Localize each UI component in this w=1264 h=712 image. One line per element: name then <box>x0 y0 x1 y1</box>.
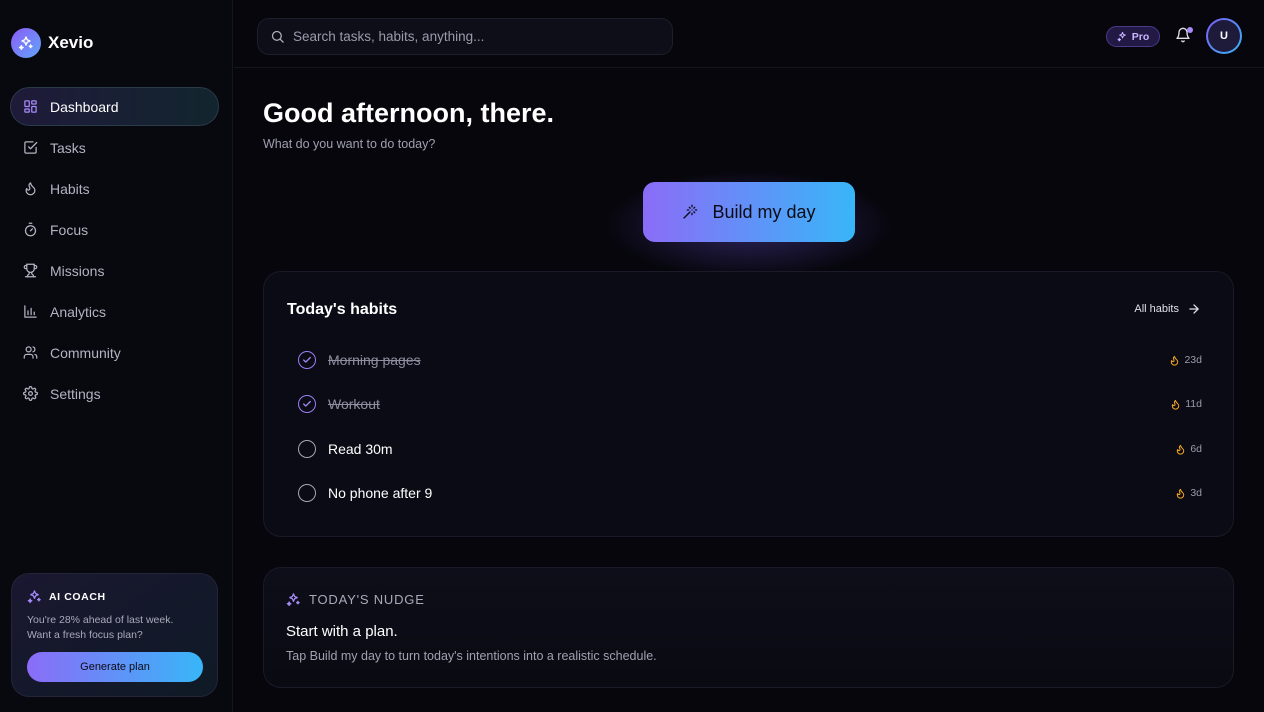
avatar[interactable]: U <box>1206 18 1242 54</box>
habit-checkbox-checked[interactable] <box>298 351 316 369</box>
habit-checkbox[interactable] <box>298 484 316 502</box>
search-icon <box>271 30 284 43</box>
search-input[interactable] <box>293 29 653 44</box>
timer-icon <box>24 222 37 237</box>
flame-icon <box>1177 488 1185 499</box>
build-my-day-button[interactable]: Build my day <box>643 182 855 242</box>
todays-nudge-card: TODAY'S NUDGE Start with a plan. Tap Bui… <box>263 567 1234 688</box>
all-habits-label: All habits <box>1134 303 1179 315</box>
build-my-day-label: Build my day <box>712 201 816 222</box>
nudge-heading-label: TODAY'S NUDGE <box>309 592 425 607</box>
sidebar-item-habits[interactable]: Habits <box>10 169 219 208</box>
habit-row[interactable]: Morning pages 23d <box>298 350 1202 370</box>
habit-streak-value: 6d <box>1190 443 1202 455</box>
habit-name: Workout <box>328 396 380 412</box>
sidebar-item-settings[interactable]: Settings <box>10 374 219 413</box>
sidebar-item-focus[interactable]: Focus <box>10 210 219 249</box>
chart-icon <box>24 305 37 318</box>
habits-card-title: Today's habits <box>287 301 398 318</box>
habit-streak: 3d <box>1175 487 1202 499</box>
users-icon <box>23 346 38 359</box>
ai-coach-heading: AI COACH <box>27 589 202 604</box>
flame-icon <box>1177 444 1185 455</box>
flame-icon <box>1171 355 1179 366</box>
flame-icon <box>25 182 36 196</box>
habit-streak-value: 11d <box>1185 398 1202 410</box>
sparkle-icon <box>27 590 41 604</box>
page-title: Good afternoon, there. <box>263 98 555 128</box>
habit-row[interactable]: Workout 11d <box>298 394 1202 414</box>
ai-coach-line-2: Want a fresh focus plan? <box>27 629 143 641</box>
habit-name: Morning pages <box>328 352 421 368</box>
ai-coach-message: You're 28% ahead of last week. Want a fr… <box>27 613 202 643</box>
pro-badge[interactable]: Pro <box>1106 26 1160 47</box>
sidebar-item-label: Settings <box>50 385 101 402</box>
habit-streak: 6d <box>1175 443 1202 455</box>
habit-row[interactable]: No phone after 9 3d <box>298 483 1202 503</box>
habit-row[interactable]: Read 30m 6d <box>298 439 1202 459</box>
all-habits-link[interactable]: All habits <box>1134 302 1201 316</box>
sidebar-item-label: Focus <box>50 221 89 238</box>
top-bar: Pro U <box>234 0 1264 68</box>
sidebar-item-label: Analytics <box>50 303 107 320</box>
habit-name: Read 30m <box>328 441 393 457</box>
dashboard-icon <box>24 100 37 113</box>
gear-icon <box>23 386 38 401</box>
nudge-title: Start with a plan. <box>286 623 398 640</box>
todays-habits-card: Today's habits All habits Morning pages … <box>263 271 1234 537</box>
sidebar-item-label: Missions <box>50 262 105 279</box>
sidebar-item-community[interactable]: Community <box>10 333 219 372</box>
sidebar-item-label: Habits <box>50 180 90 197</box>
arrow-right-icon <box>1189 304 1199 314</box>
sidebar-item-dashboard[interactable]: Dashboard <box>10 87 219 126</box>
page-subtitle: What do you want to do today? <box>263 137 436 151</box>
sidebar-item-label: Dashboard <box>50 98 119 115</box>
sparkle-icon <box>1117 31 1126 42</box>
ai-coach-line-1: You're 28% ahead of last week. <box>27 614 174 626</box>
sidebar: Xevio Dashboard Tasks Habits Focus Missi… <box>0 0 233 712</box>
check-icon <box>303 400 311 407</box>
flame-icon <box>1172 399 1180 410</box>
habit-streak-value: 3d <box>1190 487 1202 499</box>
nudge-body: Tap Build my day to turn today's intenti… <box>286 649 657 663</box>
nudge-heading: TODAY'S NUDGE <box>286 592 425 607</box>
check-icon <box>303 356 311 363</box>
ai-coach-title: AI COACH <box>49 590 106 603</box>
habit-streak: 23d <box>1169 354 1202 366</box>
magic-wand-icon <box>683 204 698 219</box>
sidebar-nav: Dashboard Tasks Habits Focus Missions An… <box>10 87 219 415</box>
sidebar-item-missions[interactable]: Missions <box>10 251 219 290</box>
sparkle-logo-icon <box>11 28 41 58</box>
brand-name: Xevio <box>48 33 94 52</box>
sidebar-item-analytics[interactable]: Analytics <box>10 292 219 331</box>
brand[interactable]: Xevio <box>11 28 93 58</box>
habit-checkbox[interactable] <box>298 440 316 458</box>
trophy-icon <box>23 263 38 278</box>
habit-name: No phone after 9 <box>328 485 433 501</box>
tasks-icon <box>24 141 38 154</box>
generate-plan-button[interactable]: Generate plan <box>27 652 203 682</box>
notification-dot <box>1187 27 1193 33</box>
sidebar-item-label: Tasks <box>50 139 86 156</box>
notifications-button[interactable] <box>1175 27 1193 45</box>
habit-streak: 11d <box>1170 398 1202 410</box>
sidebar-item-label: Community <box>50 344 121 361</box>
habit-streak-value: 23d <box>1184 354 1202 366</box>
ai-coach-card: AI COACH You're 28% ahead of last week. … <box>11 573 218 697</box>
sparkle-icon <box>286 593 300 607</box>
sidebar-item-tasks[interactable]: Tasks <box>10 128 219 167</box>
habit-checkbox-checked[interactable] <box>298 395 316 413</box>
pro-badge-label: Pro <box>1131 30 1150 43</box>
avatar-initial: U <box>1208 20 1240 52</box>
search-bar[interactable] <box>257 18 673 55</box>
